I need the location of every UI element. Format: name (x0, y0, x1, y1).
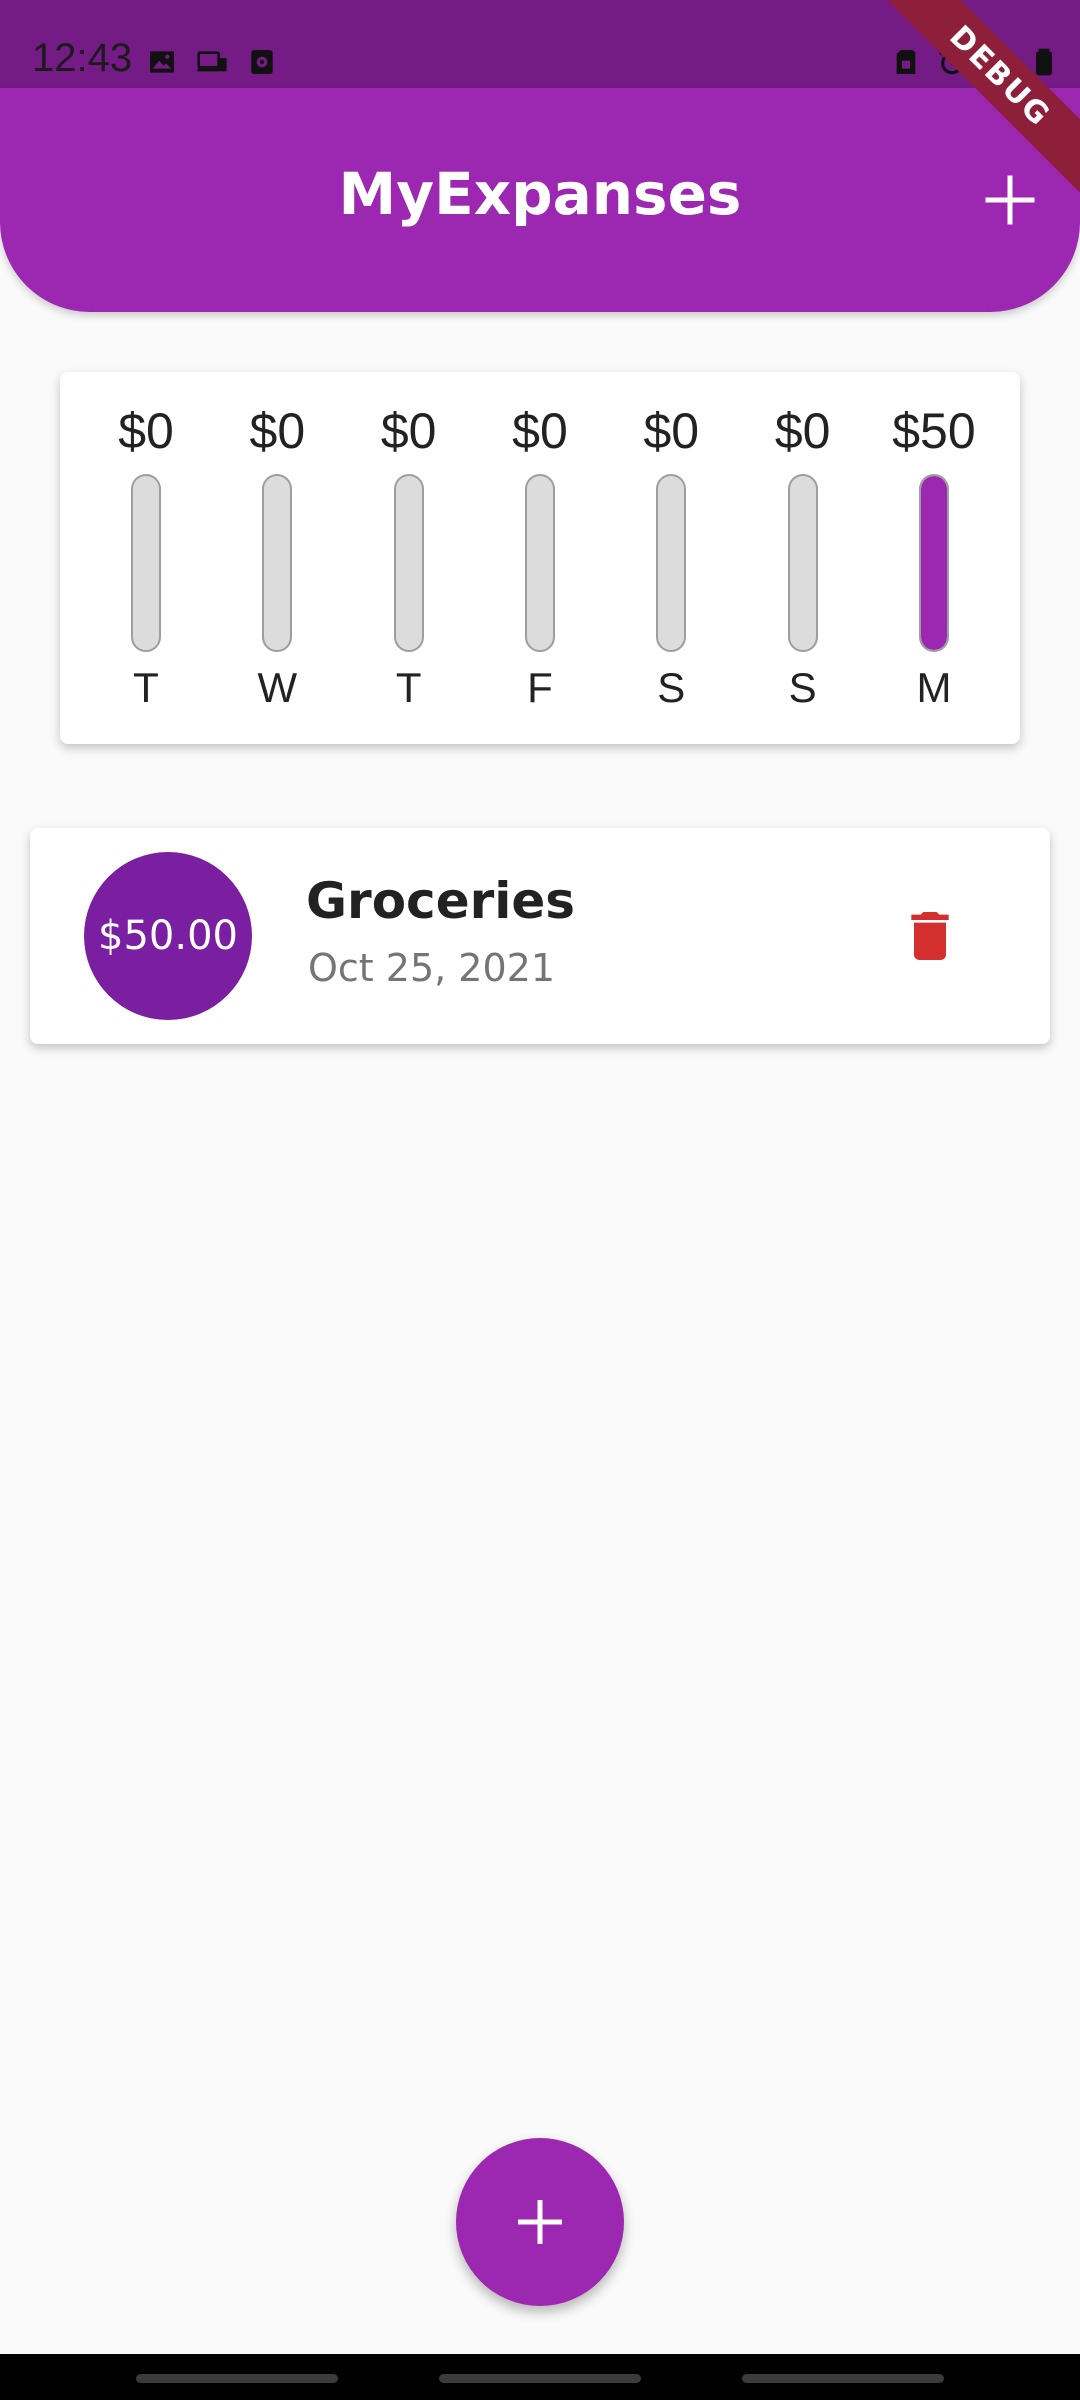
media-icon (251, 50, 273, 74)
nav-handle-right[interactable] (742, 2374, 944, 2383)
chart-bar-column: $0 T (82, 402, 210, 722)
devices-icon (197, 51, 227, 72)
chart-bar-track (262, 474, 293, 652)
chart-day-label: W (257, 664, 298, 711)
transaction-list-item: $50.00 Groceries Oct 25, 2021 (30, 828, 1050, 1044)
chart-day-label: S (657, 664, 686, 711)
nav-handle-left[interactable] (136, 2374, 338, 2383)
chart-bar-track (131, 474, 161, 652)
sim-icon (896, 50, 916, 74)
chart-amount-label: $0 (249, 403, 306, 459)
chart-bar-track (787, 474, 818, 652)
chart-bar-track (918, 474, 949, 652)
chart-bar-column: $50 M (870, 402, 998, 722)
chart-amount-label: $50 (892, 403, 976, 459)
plus-icon (985, 175, 1035, 225)
chart-amount-label: $0 (643, 403, 700, 459)
chart-bar-column: $0 T (345, 402, 473, 722)
weekly-chart: $0 T $0 W $0 T $0 F $0 S $0 S $50 M (82, 402, 998, 722)
add-transaction-button[interactable] (982, 172, 1038, 228)
delete-transaction-button[interactable] (898, 904, 962, 968)
chart-amount-label: $0 (380, 403, 437, 459)
chart-day-label: F (527, 664, 553, 711)
chart-bar-track (393, 474, 424, 652)
notification-icons (146, 46, 278, 78)
chart-bar-column: $0 F (476, 402, 604, 722)
nav-handle-center[interactable] (439, 2374, 641, 2383)
chart-bar-fill (920, 476, 947, 650)
app-bar: MyExpanses (0, 88, 1080, 312)
chart-day-label: M (916, 664, 952, 711)
chart-day-label: T (133, 664, 159, 711)
chart-bar-column: $0 S (607, 402, 735, 722)
chart-amount-label: $0 (774, 403, 831, 459)
plus-icon (518, 2200, 562, 2244)
navigation-bar (0, 2354, 1080, 2400)
chart-bar-track (524, 474, 555, 652)
app-title: MyExpanses (338, 160, 742, 228)
trash-icon (911, 912, 949, 960)
chart-amount-label: $0 (512, 403, 568, 459)
chart-bar-column: $0 W (213, 402, 341, 722)
transaction-title: Groceries (306, 872, 576, 930)
transaction-amount: $50.00 (84, 852, 252, 1020)
chart-day-label: S (788, 664, 817, 711)
status-time: 12:43 (32, 36, 133, 80)
transaction-date: Oct 25, 2021 (308, 946, 555, 990)
weekly-chart-card: $0 T $0 W $0 T $0 F $0 S $0 S $50 M (60, 372, 1020, 744)
image-icon (150, 51, 174, 73)
chart-bar-column: $0 S (739, 402, 867, 722)
add-transaction-fab[interactable] (456, 2138, 624, 2306)
chart-day-label: T (395, 664, 422, 711)
chart-amount-label: $0 (118, 403, 174, 459)
chart-bar-track (656, 474, 687, 652)
